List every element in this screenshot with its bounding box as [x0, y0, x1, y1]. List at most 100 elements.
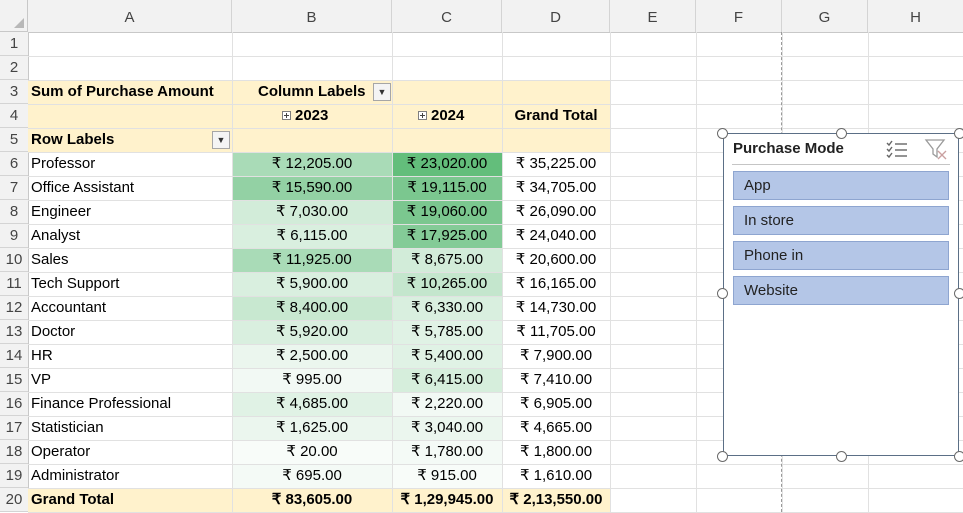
value-2023-cell[interactable]: ₹ 11,925.00 — [232, 248, 392, 272]
row-header[interactable]: 4 — [0, 104, 28, 128]
row-header[interactable]: 19 — [0, 464, 28, 488]
row-label-cell[interactable]: Engineer — [31, 200, 231, 224]
value-2024-cell[interactable]: ₹ 1,780.00 — [392, 440, 502, 464]
column-header-d[interactable]: D — [502, 0, 610, 32]
value-2023-cell[interactable]: ₹ 20.00 — [232, 440, 392, 464]
row-total-cell[interactable]: ₹ 35,225.00 — [502, 152, 610, 176]
row-header[interactable]: 8 — [0, 200, 28, 224]
column-header-c[interactable]: C — [392, 0, 502, 32]
row-total-cell[interactable]: ₹ 24,040.00 — [502, 224, 610, 248]
select-all-corner[interactable] — [0, 0, 28, 32]
row-header[interactable]: 13 — [0, 320, 28, 344]
value-2023-cell[interactable]: ₹ 7,030.00 — [232, 200, 392, 224]
row-total-cell[interactable]: ₹ 1,610.00 — [502, 464, 610, 488]
column-labels-filter-dropdown[interactable]: ▼ — [373, 83, 391, 101]
slicer-item-in-store[interactable]: In store — [733, 206, 949, 235]
column-header-b[interactable]: B — [232, 0, 392, 32]
value-2023-cell[interactable]: ₹ 1,625.00 — [232, 416, 392, 440]
expand-2023-icon[interactable] — [282, 111, 291, 120]
row-header[interactable]: 10 — [0, 248, 28, 272]
value-2024-cell[interactable]: ₹ 23,020.00 — [392, 152, 502, 176]
value-2023-cell[interactable]: ₹ 695.00 — [232, 464, 392, 488]
row-label-cell[interactable]: Professor — [31, 152, 231, 176]
slicer-item-website[interactable]: Website — [733, 276, 949, 305]
value-2023-cell[interactable]: ₹ 12,205.00 — [232, 152, 392, 176]
grand-total-row-label[interactable]: Grand Total — [31, 488, 231, 512]
resize-handle-left[interactable] — [717, 288, 728, 299]
row-header[interactable]: 20 — [0, 488, 28, 512]
value-2023-cell[interactable]: ₹ 5,920.00 — [232, 320, 392, 344]
row-header[interactable]: 16 — [0, 392, 28, 416]
expand-2024-icon[interactable] — [418, 111, 427, 120]
row-header[interactable]: 2 — [0, 56, 28, 80]
value-2024-cell[interactable]: ₹ 6,330.00 — [392, 296, 502, 320]
year-2023-header[interactable]: 2023 — [282, 104, 392, 128]
row-label-cell[interactable]: Operator — [31, 440, 231, 464]
resize-handle-bottom[interactable] — [836, 451, 847, 462]
value-2023-cell[interactable]: ₹ 6,115.00 — [232, 224, 392, 248]
value-2023-cell[interactable]: ₹ 8,400.00 — [232, 296, 392, 320]
row-total-cell[interactable]: ₹ 7,410.00 — [502, 368, 610, 392]
resize-handle-top[interactable] — [836, 128, 847, 139]
row-header[interactable]: 3 — [0, 80, 28, 104]
column-header-g[interactable]: G — [782, 0, 868, 32]
row-label-cell[interactable]: VP — [31, 368, 231, 392]
row-header[interactable]: 12 — [0, 296, 28, 320]
value-2024-cell[interactable]: ₹ 8,675.00 — [392, 248, 502, 272]
row-total-cell[interactable]: ₹ 6,905.00 — [502, 392, 610, 416]
row-total-cell[interactable]: ₹ 14,730.00 — [502, 296, 610, 320]
value-2024-cell[interactable]: ₹ 915.00 — [392, 464, 502, 488]
column-header-a[interactable]: A — [28, 0, 232, 32]
row-header[interactable]: 11 — [0, 272, 28, 296]
value-2023-cell[interactable]: ₹ 2,500.00 — [232, 344, 392, 368]
pivot-title[interactable]: Sum of Purchase Amount — [31, 80, 231, 104]
value-2024-cell[interactable]: ₹ 2,220.00 — [392, 392, 502, 416]
year-2024-header[interactable]: 2024 — [418, 104, 508, 128]
row-total-cell[interactable]: ₹ 34,705.00 — [502, 176, 610, 200]
column-header-f[interactable]: F — [696, 0, 782, 32]
row-header[interactable]: 6 — [0, 152, 28, 176]
row-label-cell[interactable]: Office Assistant — [31, 176, 231, 200]
slicer-item-phone-in[interactable]: Phone in — [733, 241, 949, 270]
row-total-cell[interactable]: ₹ 26,090.00 — [502, 200, 610, 224]
grand-total-column-header[interactable]: Grand Total — [502, 104, 610, 128]
row-label-cell[interactable]: Tech Support — [31, 272, 231, 296]
resize-handle-right[interactable] — [954, 288, 963, 299]
row-label-cell[interactable]: HR — [31, 344, 231, 368]
slicer-item-app[interactable]: App — [733, 171, 949, 200]
value-2024-cell[interactable]: ₹ 5,400.00 — [392, 344, 502, 368]
row-header[interactable]: 5 — [0, 128, 28, 152]
row-header[interactable]: 7 — [0, 176, 28, 200]
row-total-cell[interactable]: ₹ 1,800.00 — [502, 440, 610, 464]
grand-total-2024[interactable]: ₹ 1,29,945.00 — [392, 488, 502, 512]
row-label-cell[interactable]: Finance Professional — [31, 392, 231, 416]
row-labels-sort-dropdown[interactable]: ▼ — [212, 131, 230, 149]
resize-handle-top-left[interactable] — [717, 128, 728, 139]
row-total-cell[interactable]: ₹ 20,600.00 — [502, 248, 610, 272]
value-2023-cell[interactable]: ₹ 15,590.00 — [232, 176, 392, 200]
row-header[interactable]: 17 — [0, 416, 28, 440]
value-2024-cell[interactable]: ₹ 19,115.00 — [392, 176, 502, 200]
resize-handle-top-right[interactable] — [954, 128, 963, 139]
resize-handle-bottom-left[interactable] — [717, 451, 728, 462]
value-2024-cell[interactable]: ₹ 5,785.00 — [392, 320, 502, 344]
row-total-cell[interactable]: ₹ 16,165.00 — [502, 272, 610, 296]
row-header[interactable]: 1 — [0, 32, 28, 56]
row-label-cell[interactable]: Administrator — [31, 464, 231, 488]
row-label-cell[interactable]: Accountant — [31, 296, 231, 320]
value-2024-cell[interactable]: ₹ 19,060.00 — [392, 200, 502, 224]
value-2024-cell[interactable]: ₹ 10,265.00 — [392, 272, 502, 296]
clear-filter-icon[interactable] — [924, 138, 948, 164]
column-labels-header[interactable]: Column Labels — [258, 80, 370, 104]
grand-total-overall[interactable]: ₹ 2,13,550.00 — [502, 488, 610, 512]
row-header[interactable]: 18 — [0, 440, 28, 464]
column-header-e[interactable]: E — [610, 0, 696, 32]
purchase-mode-slicer[interactable]: Purchase Mode App In store Phone in Webs… — [723, 133, 959, 456]
row-total-cell[interactable]: ₹ 7,900.00 — [502, 344, 610, 368]
row-header[interactable]: 9 — [0, 224, 28, 248]
row-header[interactable]: 15 — [0, 368, 28, 392]
value-2023-cell[interactable]: ₹ 4,685.00 — [232, 392, 392, 416]
row-label-cell[interactable]: Statistician — [31, 416, 231, 440]
row-label-cell[interactable]: Analyst — [31, 224, 231, 248]
value-2023-cell[interactable]: ₹ 5,900.00 — [232, 272, 392, 296]
